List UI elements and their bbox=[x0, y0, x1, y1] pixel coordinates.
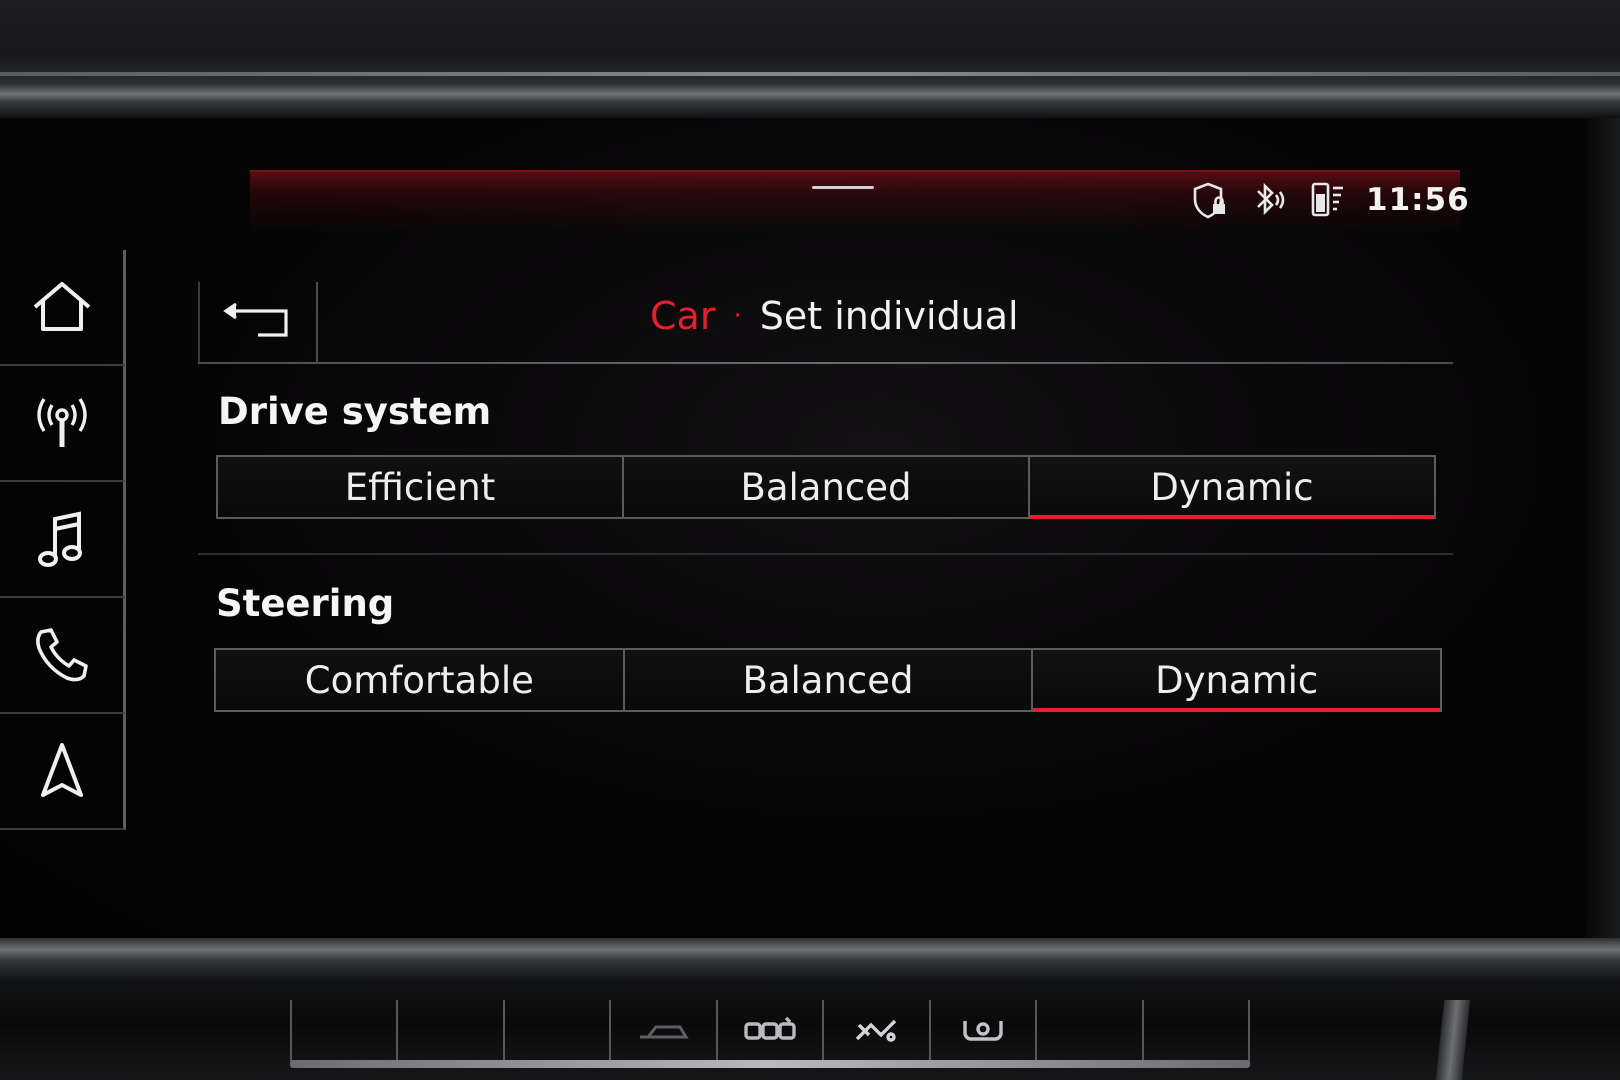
navigation-arrow-icon bbox=[37, 741, 87, 801]
steering-selector: Comfortable Balanced Dynamic bbox=[214, 648, 1442, 712]
car-air-icon bbox=[636, 1017, 692, 1047]
sidebar-item-radio[interactable] bbox=[0, 366, 126, 482]
home-icon bbox=[31, 279, 93, 335]
climate-cell[interactable] bbox=[609, 1000, 715, 1064]
pull-down-handle[interactable] bbox=[812, 186, 874, 189]
sidebar-item-navigation[interactable] bbox=[0, 714, 126, 830]
climate-control-strip bbox=[290, 1000, 1250, 1064]
phone-icon bbox=[33, 626, 91, 684]
breadcrumb-parent[interactable]: Car bbox=[650, 294, 715, 338]
back-arrow-icon bbox=[222, 301, 294, 345]
drive-option-efficient[interactable]: Efficient bbox=[218, 457, 624, 517]
sidebar-item-phone[interactable] bbox=[0, 598, 126, 714]
status-icons bbox=[1190, 180, 1348, 220]
climate-cell[interactable] bbox=[1035, 1000, 1141, 1064]
infotainment-screen bbox=[0, 118, 1595, 938]
screen-edge bbox=[1585, 118, 1620, 938]
clock: 11:56 bbox=[1366, 182, 1470, 218]
section-title-drive-system: Drive system bbox=[218, 390, 492, 433]
header-divider bbox=[198, 362, 1453, 364]
climate-cell[interactable] bbox=[396, 1000, 502, 1064]
radio-antenna-icon bbox=[32, 393, 92, 453]
climate-cell[interactable] bbox=[822, 1000, 928, 1064]
seat-airflow-icon bbox=[851, 1015, 901, 1049]
drive-option-dynamic[interactable]: Dynamic bbox=[1030, 457, 1434, 519]
dashboard-bezel-top bbox=[0, 0, 1620, 118]
music-note-icon bbox=[37, 509, 87, 569]
climate-trim-rail bbox=[290, 1060, 1250, 1068]
climate-cell[interactable] bbox=[715, 1000, 822, 1064]
breadcrumb-separator: · bbox=[733, 301, 742, 331]
back-button[interactable] bbox=[198, 282, 318, 364]
section-divider bbox=[198, 553, 1453, 555]
climate-cell[interactable] bbox=[290, 1000, 396, 1064]
sidebar-item-media[interactable] bbox=[0, 482, 126, 598]
section-title-steering: Steering bbox=[216, 582, 395, 625]
steering-option-dynamic[interactable]: Dynamic bbox=[1033, 650, 1441, 712]
phone-battery-signal-icon bbox=[1308, 180, 1348, 220]
privacy-shield-lock-icon bbox=[1190, 180, 1230, 220]
rear-defrost-icon bbox=[742, 1016, 798, 1048]
stage: 11:56 Car · Set individual Drive system … bbox=[0, 0, 1620, 1080]
climate-cell[interactable] bbox=[502, 1000, 609, 1064]
climate-cell[interactable] bbox=[928, 1000, 1035, 1064]
drive-system-selector: Efficient Balanced Dynamic bbox=[216, 455, 1436, 519]
bluetooth-audio-icon bbox=[1252, 181, 1286, 219]
page-title: Set individual bbox=[759, 294, 1019, 338]
climate-cell[interactable] bbox=[1141, 1000, 1250, 1064]
breadcrumb: Car · Set individual bbox=[650, 294, 1019, 338]
side-navigation bbox=[0, 250, 128, 842]
drive-option-balanced[interactable]: Balanced bbox=[624, 457, 1030, 517]
sidebar-item-home[interactable] bbox=[0, 250, 126, 366]
steering-option-balanced[interactable]: Balanced bbox=[624, 650, 1034, 710]
steering-option-comfortable[interactable]: Comfortable bbox=[216, 650, 625, 710]
steering-heat-icon bbox=[957, 1015, 1009, 1049]
